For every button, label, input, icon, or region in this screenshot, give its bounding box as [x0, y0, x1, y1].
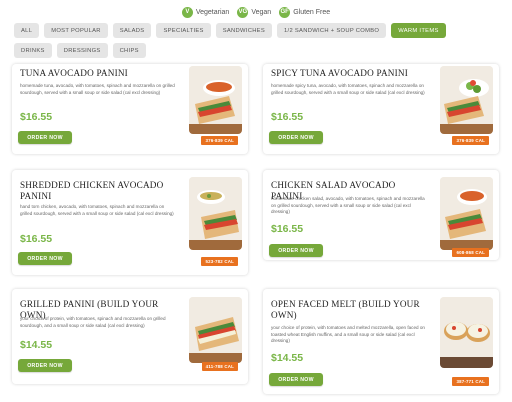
order-now-button[interactable]: ORDER NOW	[269, 244, 323, 257]
item-description: homemade tuna, avocado, with tomatoes, s…	[20, 83, 175, 95]
menu-item-card: SPICY TUNA AVOCADO PANINI homemade spicy…	[263, 64, 499, 154]
order-now-button[interactable]: ORDER NOW	[269, 373, 323, 386]
menu-item-card: CHICKEN SALAD AVOCADO PANINI homemade ch…	[263, 170, 499, 260]
item-price: $14.55	[20, 339, 53, 351]
item-name: TUNA AVOCADO PANINI	[20, 68, 128, 78]
filter-all[interactable]: ALL	[14, 23, 40, 38]
item-description: hand torn chicken, avocado, with tomatoe…	[20, 204, 174, 216]
item-name: SHREDDED CHICKEN AVOCADO PANINI	[20, 180, 164, 201]
wheat-icon: GF	[279, 6, 291, 18]
leaf-icon: V	[181, 6, 193, 18]
item-price: $16.55	[271, 111, 304, 123]
menu-item-card: GRILLED PANINI (BUILD YOUR OWN) your cho…	[12, 289, 248, 384]
item-price: $16.55	[271, 223, 304, 235]
legend-item-vegan: VG Vegan	[237, 6, 272, 18]
item-name: SPICY TUNA AVOCADO PANINI	[271, 68, 408, 78]
calorie-badge: 608-868 CAL	[452, 248, 489, 257]
item-photo	[440, 177, 493, 250]
filter-dressings[interactable]: DRESSINGS	[56, 43, 108, 58]
item-photo	[189, 177, 242, 250]
item-photo	[440, 66, 493, 134]
calorie-badge: 376-839 CAL	[452, 136, 489, 145]
item-name: OPEN FACED MELT (BUILD YOUR OWN)	[271, 299, 420, 320]
filter-sandwich-soup-combo[interactable]: 1/2 SANDWICH + SOUP COMBO	[277, 23, 387, 38]
filter-salads[interactable]: SALADS	[112, 23, 152, 38]
item-price: $16.55	[20, 111, 53, 123]
item-description: homemade chicken salad, avocado, with to…	[271, 196, 425, 215]
filter-specialties[interactable]: SPECIALTIES	[156, 23, 211, 38]
item-photo	[440, 297, 493, 368]
item-description: homemade spicy tuna, avocado, with tomat…	[271, 83, 425, 95]
calorie-badge: 523-782 CAL	[201, 257, 238, 266]
legend-label: Vegan	[251, 8, 272, 16]
legend-label: Gluten Free	[293, 8, 331, 16]
item-photo	[189, 297, 242, 363]
filter-sandwiches[interactable]: SANDWICHES	[215, 23, 273, 38]
item-photo	[189, 66, 242, 134]
leaf-icon: VG	[237, 6, 249, 18]
filter-chips[interactable]: CHIPS	[112, 43, 146, 58]
item-description: your choice of protein, with tomatoes an…	[271, 325, 425, 344]
diet-legend: V Vegetarian VG Vegan GF Gluten Free	[0, 5, 512, 19]
menu-item-card: OPEN FACED MELT (BUILD YOUR OWN) your ch…	[263, 289, 499, 394]
calorie-badge: 387-771 CAL	[452, 377, 489, 386]
filter-warm-items[interactable]: WARM ITEMS	[391, 23, 446, 38]
menu-item-card: TUNA AVOCADO PANINI homemade tuna, avoca…	[12, 64, 248, 154]
order-now-button[interactable]: ORDER NOW	[18, 252, 72, 265]
category-filter-bar: ALL MOST POPULAR SALADS SPECIALTIES SAND…	[14, 23, 484, 58]
item-price: $14.55	[271, 352, 304, 364]
calorie-badge: 411-788 CAL	[201, 362, 238, 371]
item-price: $16.55	[20, 233, 53, 245]
calorie-badge: 376-839 CAL	[201, 136, 238, 145]
legend-label: Vegetarian	[195, 8, 230, 16]
order-now-button[interactable]: ORDER NOW	[269, 131, 323, 144]
legend-item-vegetarian: V Vegetarian	[181, 6, 230, 18]
filter-most-popular[interactable]: MOST POPULAR	[44, 23, 108, 38]
filter-drinks[interactable]: DRINKS	[14, 43, 52, 58]
item-description: your choice of protein, with tomatoes, s…	[20, 316, 166, 328]
legend-item-gluten-free: GF Gluten Free	[279, 6, 331, 18]
order-now-button[interactable]: ORDER NOW	[18, 359, 72, 372]
order-now-button[interactable]: ORDER NOW	[18, 131, 72, 144]
menu-item-card: SHREDDED CHICKEN AVOCADO PANINI hand tor…	[12, 170, 248, 275]
